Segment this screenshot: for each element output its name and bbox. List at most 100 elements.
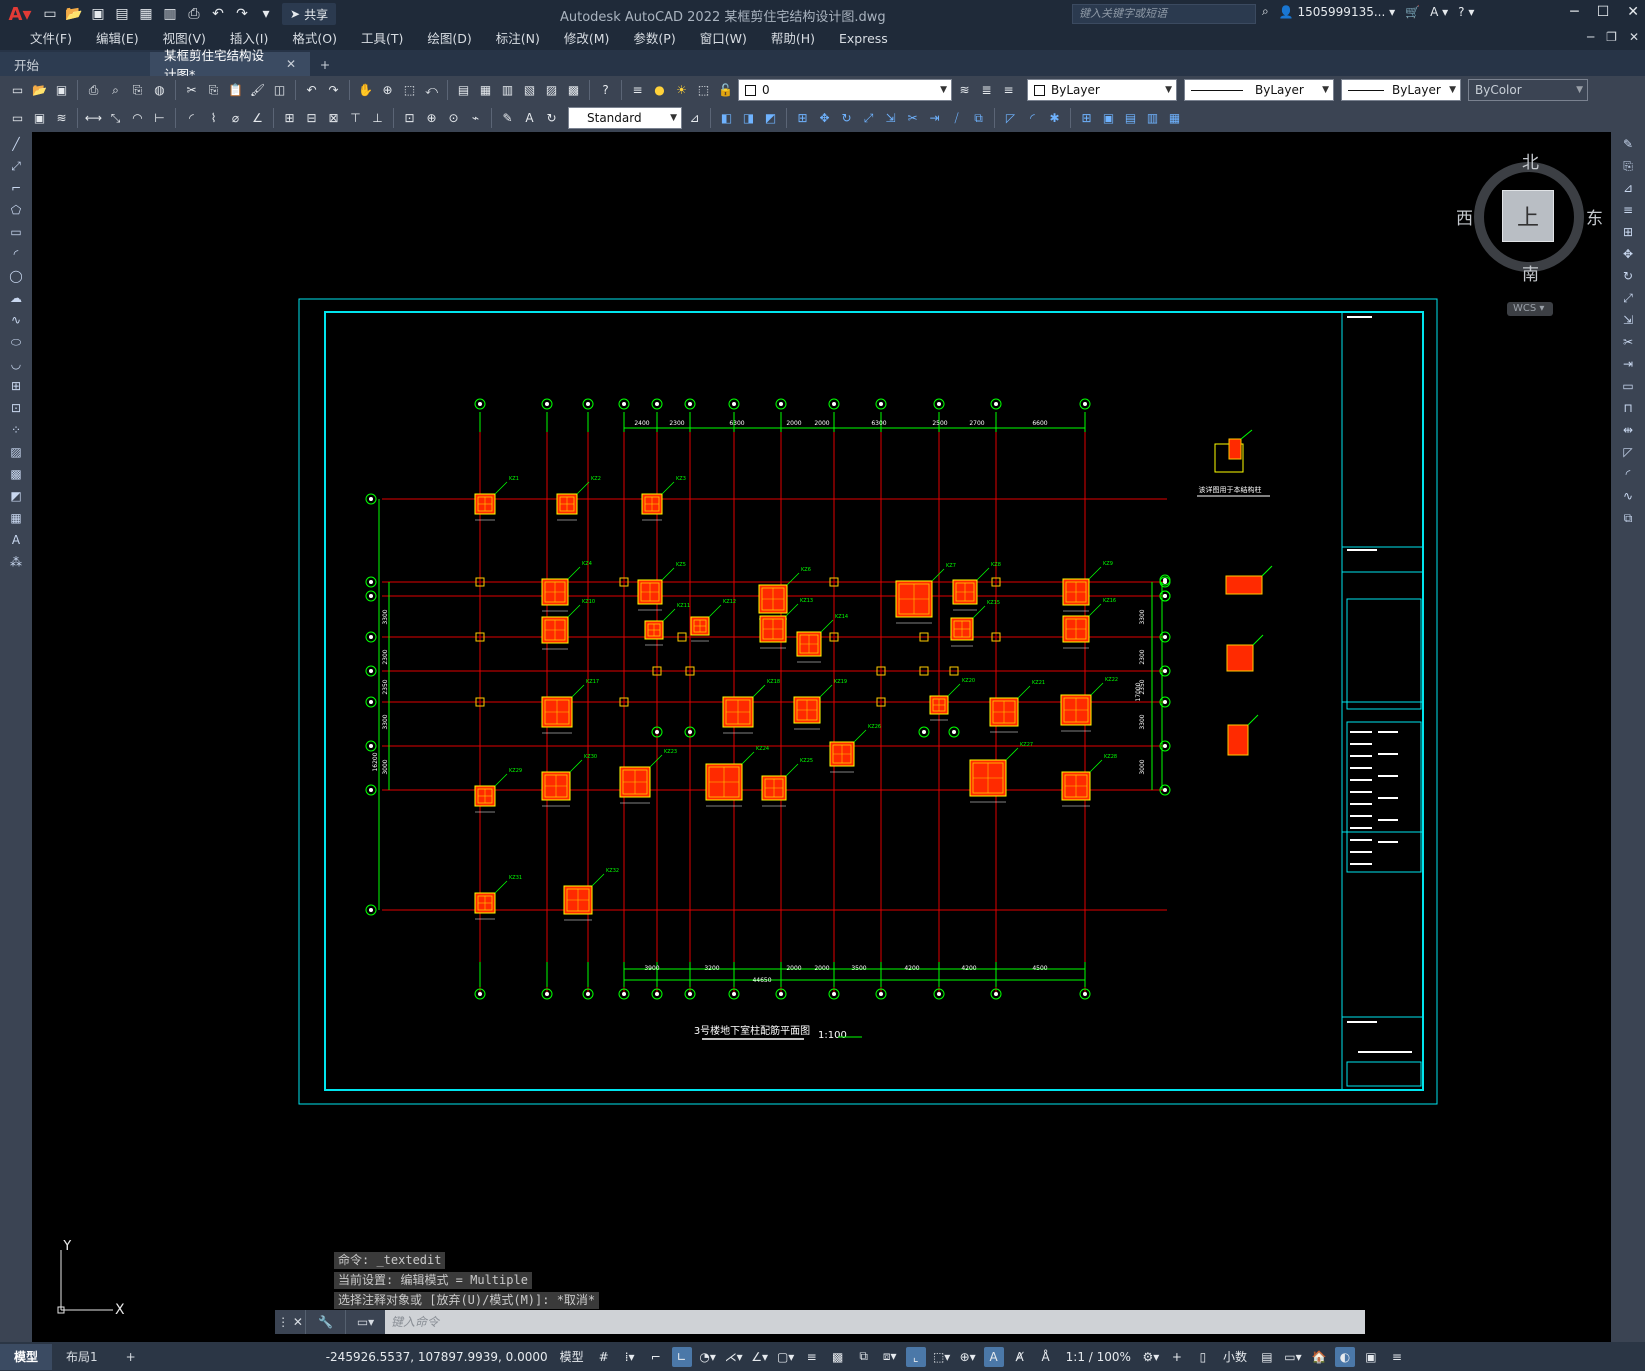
trim-icon[interactable]: ✂ <box>903 109 922 128</box>
selection-cycling-icon[interactable]: ⧉ <box>854 1347 874 1367</box>
customization-icon[interactable]: ≡ <box>1387 1347 1407 1367</box>
open-web-icon[interactable]: ▦ <box>136 4 156 24</box>
add-layout-button[interactable]: + <box>112 1344 150 1370</box>
save-icon[interactable]: ▣ <box>88 4 108 24</box>
array-icon[interactable]: ⊞ <box>1617 222 1639 242</box>
gradient-icon[interactable]: ▩ <box>5 464 27 484</box>
inspection-icon[interactable]: ⊙ <box>444 109 463 128</box>
annotation-monitor-icon[interactable]: + <box>1167 1347 1187 1367</box>
properties-icon[interactable]: ▤ <box>454 81 473 100</box>
tab-model[interactable]: 模型 <box>0 1343 53 1370</box>
match-properties-icon[interactable]: 🖌 <box>248 81 267 100</box>
break-at-point-icon[interactable]: ▭ <box>1617 376 1639 396</box>
doc-restore-icon[interactable]: ❐ <box>1606 30 1617 44</box>
pan-icon[interactable]: ✋ <box>356 81 375 100</box>
snap-icon[interactable]: ⁞▾ <box>620 1347 640 1367</box>
hatch-icon[interactable]: ▨ <box>5 442 27 462</box>
wcs-menu[interactable]: WCS ▾ <box>1507 302 1553 316</box>
model-space-toggle[interactable]: 模型 <box>556 1348 588 1365</box>
print-icon[interactable]: ⎙ <box>184 4 204 24</box>
help-icon[interactable]: ? <box>596 81 615 100</box>
aligned-dimension-icon[interactable]: ⤡ <box>106 109 125 128</box>
group-icon[interactable]: ▥ <box>1143 109 1162 128</box>
stretch-icon[interactable]: ⇲ <box>1617 310 1639 330</box>
insert-block-icon[interactable]: ⊞ <box>1077 109 1096 128</box>
dynamic-ucs-icon[interactable]: ⌞ <box>905 1346 926 1367</box>
copy-icon[interactable]: ⎘ <box>204 81 223 100</box>
ellipse-icon[interactable]: ⬭ <box>5 332 27 352</box>
quick-dimension-icon[interactable]: ⊞ <box>280 109 299 128</box>
chamfer-icon[interactable]: ◸ <box>1001 109 1020 128</box>
layer-viewport-icon[interactable]: ⬚ <box>694 81 713 100</box>
maximize-icon[interactable]: ☐ <box>1597 4 1610 20</box>
open-icon[interactable]: 📂 <box>30 81 49 100</box>
layout-icon[interactable]: ▣ <box>30 109 49 128</box>
undo-icon[interactable]: ↶ <box>302 81 321 100</box>
menu-item[interactable]: 文件(F) <box>18 28 84 50</box>
create-block-icon[interactable]: ▣ <box>1099 109 1118 128</box>
annotation-scale-value[interactable]: 1:1 / 100% <box>1062 1350 1135 1364</box>
break-icon[interactable]: ⧸ <box>947 109 966 128</box>
fillet-icon[interactable]: ◜ <box>1023 109 1042 128</box>
cut-icon[interactable]: ✂ <box>182 81 201 100</box>
move-icon[interactable]: ✥ <box>1617 244 1639 264</box>
doc-minimize-icon[interactable]: ─ <box>1587 30 1594 44</box>
zoom-previous-icon[interactable]: ⤺ <box>422 81 441 100</box>
ungroup-icon[interactable]: ▦ <box>1165 109 1184 128</box>
menu-item[interactable]: 工具(T) <box>349 28 415 50</box>
recent-commands-icon[interactable]: ▭▾ <box>345 1310 385 1334</box>
autocad-logo-icon[interactable]: A▾ <box>0 0 40 28</box>
object-snap-icon[interactable]: ▢▾ <box>776 1347 796 1367</box>
make-block-icon[interactable]: ⊡ <box>5 398 27 418</box>
autodesk-icon[interactable]: A ▾ <box>1430 5 1448 19</box>
diameter-dimension-icon[interactable]: ⌀ <box>226 109 245 128</box>
ortho-icon[interactable]: ∟ <box>671 1346 692 1367</box>
polar-tracking-icon[interactable]: ◔▾ <box>698 1347 718 1367</box>
extend-icon[interactable]: ⇥ <box>1617 354 1639 374</box>
isodraft-icon[interactable]: ⋌▾ <box>724 1347 744 1367</box>
layer-properties-icon[interactable]: ≡ <box>628 81 647 100</box>
infer-constraints-icon[interactable]: ⌐ <box>646 1347 666 1367</box>
clean-screen-icon[interactable]: ▣ <box>1361 1347 1381 1367</box>
help-icon[interactable]: ? ▾ <box>1458 5 1474 19</box>
quick-properties-icon[interactable]: ▤ <box>1257 1347 1277 1367</box>
copy-icon[interactable]: ⎘ <box>1617 156 1639 176</box>
trim-icon[interactable]: ✂ <box>1617 332 1639 352</box>
mirror-icon[interactable]: ⊿ <box>1617 178 1639 198</box>
save-as-icon[interactable]: ▤ <box>112 4 132 24</box>
baseline-dimension-icon[interactable]: ⊟ <box>302 109 321 128</box>
viewcube-east[interactable]: 东 <box>1586 204 1603 229</box>
dimension-edit-icon[interactable]: ✎ <box>498 109 517 128</box>
command-bar-grip[interactable]: ⋮ ✕ <box>275 1310 305 1334</box>
layer-previous-icon[interactable]: ≣ <box>977 81 996 100</box>
redo-icon[interactable]: ↷ <box>324 81 343 100</box>
region-icon[interactable]: ◩ <box>5 486 27 506</box>
offset-icon[interactable]: ≡ <box>1617 200 1639 220</box>
units-icon[interactable]: ▯ <box>1193 1347 1213 1367</box>
save-icon[interactable]: ▣ <box>52 81 71 100</box>
search-input[interactable]: 键入关键字或短语 <box>1072 4 1256 24</box>
plot-preview-icon[interactable]: ⌕ <box>106 81 125 100</box>
isolate-objects-icon[interactable]: 🏠 <box>1309 1347 1329 1367</box>
explode-icon[interactable]: ⧉ <box>1617 508 1639 528</box>
angular-dimension-icon[interactable]: ∠ <box>248 109 267 128</box>
menu-item[interactable]: 绘图(D) <box>415 28 483 50</box>
tab-close-icon[interactable]: ✕ <box>286 57 296 71</box>
layers-icon[interactable]: ≋ <box>52 109 71 128</box>
save-web-icon[interactable]: ▥ <box>160 4 180 24</box>
block-editor-icon[interactable]: ◫ <box>270 81 289 100</box>
zoom-window-icon[interactable]: ⬚ <box>400 81 419 100</box>
close-icon[interactable]: ✕ <box>1627 4 1639 20</box>
layer-select[interactable]: 0 ▼ <box>738 79 952 101</box>
structural-plan-drawing[interactable]: 2400 2300 6300 2000 2000 6300 2500 2700 6600 3900… <box>32 132 1611 1342</box>
mirror-icon[interactable]: ◨ <box>739 109 758 128</box>
lineweight-icon[interactable]: ≡ <box>802 1347 822 1367</box>
tab-layout1[interactable]: 布局1 <box>52 1344 112 1370</box>
cart-icon[interactable]: 🛒 <box>1405 5 1420 19</box>
transparency-icon[interactable]: ▩ <box>828 1347 848 1367</box>
new-tab-button[interactable]: + <box>310 52 340 76</box>
construction-line-icon[interactable]: ⤢ <box>5 156 27 176</box>
3d-osnap-icon[interactable]: ⧈▾ <box>880 1347 900 1367</box>
point-icon[interactable]: ⁘ <box>5 420 27 440</box>
sheet-set-icon[interactable]: ▧ <box>520 81 539 100</box>
